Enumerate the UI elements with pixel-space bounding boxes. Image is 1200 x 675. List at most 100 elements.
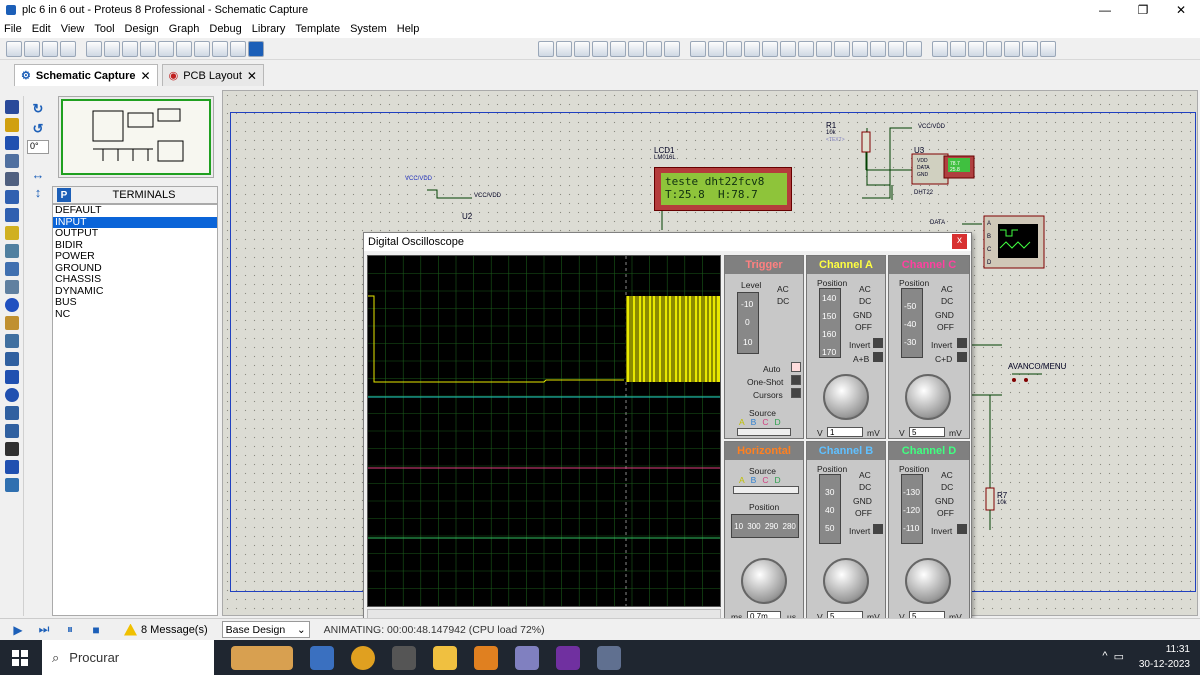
tab-schematic-capture[interactable]: ⚙ Schematic Capture ✕ [14, 64, 158, 86]
menu-help[interactable]: Help [397, 23, 420, 35]
ch-c-value-field[interactable]: 5 [909, 427, 945, 437]
paste-icon[interactable] [762, 40, 778, 57]
list-item[interactable]: DEFAULT [53, 204, 217, 217]
text-script-icon[interactable] [5, 172, 19, 186]
stop-icon[interactable]: ■ [88, 623, 104, 637]
list-item[interactable]: POWER [53, 250, 217, 263]
network-icon[interactable]: ▭ [1114, 650, 1124, 663]
play-icon[interactable]: ▶ [10, 623, 26, 637]
ch-a-dc[interactable]: DC [859, 296, 871, 306]
h-source-d[interactable]: D [774, 475, 780, 485]
text-tool-icon[interactable] [5, 442, 19, 456]
ch-a-off[interactable]: OFF [855, 322, 872, 332]
zoom-in-icon[interactable] [610, 40, 626, 57]
block-delete-icon[interactable] [834, 40, 850, 57]
mirror-horizontal-icon[interactable]: ↔ [31, 168, 45, 182]
remove-sheet-icon[interactable] [1004, 40, 1020, 57]
grid-icon[interactable] [556, 40, 572, 57]
wire-label-icon[interactable] [5, 154, 19, 168]
proteus-taskbar-icon[interactable] [597, 645, 621, 670]
zoom-area-icon[interactable] [664, 40, 680, 57]
tray-chevron-icon[interactable]: ^ [1102, 650, 1107, 663]
taskbar-search[interactable]: ⌕ Procurar [42, 640, 214, 675]
ch-c-ac[interactable]: AC [941, 284, 953, 294]
menu-template[interactable]: Template [295, 23, 340, 35]
line-tool-icon[interactable] [5, 352, 19, 366]
menu-tool[interactable]: Tool [94, 23, 114, 35]
home-icon[interactable] [86, 40, 102, 57]
ch-d-gnd[interactable]: GND [935, 496, 954, 506]
calculator-icon[interactable] [392, 645, 416, 670]
package-icon[interactable] [888, 40, 904, 57]
menu-system[interactable]: System [350, 23, 387, 35]
chrome-icon[interactable] [351, 645, 375, 670]
search-icon[interactable] [950, 40, 966, 57]
source-a[interactable]: A [739, 417, 745, 427]
source-d[interactable]: D [774, 417, 780, 427]
probe-mode-icon[interactable] [5, 316, 19, 330]
paint-icon[interactable] [515, 645, 539, 670]
design-explorer-icon[interactable] [212, 40, 228, 57]
ch-b-invert-toggle[interactable] [873, 524, 883, 534]
messages-indicator[interactable]: 8 Message(s) [124, 623, 208, 636]
bom-icon[interactable] [176, 40, 192, 57]
wire-autorouter-icon[interactable] [932, 40, 948, 57]
redo-icon[interactable] [708, 40, 724, 57]
help-icon[interactable] [248, 40, 264, 57]
ch-c-dc[interactable]: DC [941, 296, 953, 306]
refresh-icon[interactable] [538, 40, 554, 57]
ch-d-ac[interactable]: AC [941, 470, 953, 480]
tape-recorder-icon[interactable] [5, 280, 19, 294]
digital-oscilloscope-window[interactable]: Digital Oscilloscope x Trigger Level AC … [363, 232, 972, 624]
ch-d-invert-toggle[interactable] [957, 524, 967, 534]
overview-window[interactable] [58, 96, 214, 178]
list-item[interactable]: DYNAMIC [53, 285, 217, 298]
file-explorer-icon[interactable] [433, 645, 457, 670]
menu-design[interactable]: Design [125, 23, 159, 35]
cursors-toggle[interactable] [791, 388, 801, 398]
channel-b-position-slider[interactable]: 30 40 50 [819, 474, 841, 544]
notes-icon[interactable] [230, 40, 246, 57]
list-item[interactable]: BUS [53, 296, 217, 309]
zoom-all-icon[interactable] [646, 40, 662, 57]
new-sheet-icon[interactable] [986, 40, 1002, 57]
trigger-source-options[interactable]: A B C D [739, 417, 781, 427]
terminals-mode-icon[interactable] [5, 226, 19, 240]
origin-icon[interactable] [574, 40, 590, 57]
junction-dot-icon[interactable] [5, 136, 19, 150]
import-icon[interactable] [60, 40, 76, 57]
ch-b-off[interactable]: OFF [855, 508, 872, 518]
close-tab-icon[interactable]: ✕ [247, 69, 257, 83]
app-icon-orange[interactable] [474, 645, 498, 670]
path-tool-icon[interactable] [5, 424, 19, 438]
undo-icon[interactable] [690, 40, 706, 57]
copy-icon[interactable] [744, 40, 760, 57]
ch-a-value-field[interactable]: 1 [827, 427, 863, 437]
horizontal-position-slider[interactable]: 10 300 290 280 [731, 514, 799, 538]
rotate-clockwise-icon[interactable]: ↻ [31, 102, 45, 116]
box-tool-icon[interactable] [5, 370, 19, 384]
horizontal-source-slider[interactable] [733, 486, 799, 494]
pcb-icon[interactable] [122, 40, 138, 57]
list-item[interactable]: OUTPUT [53, 227, 217, 240]
ch-c-invert-toggle[interactable] [957, 338, 967, 348]
source-c[interactable]: C [762, 417, 768, 427]
ch-c-combine-toggle[interactable] [957, 352, 967, 362]
trigger-level-slider[interactable]: -10 0 10 [737, 292, 759, 354]
h-source-b[interactable]: B [751, 475, 757, 485]
block-rotate-icon[interactable] [816, 40, 832, 57]
ch-a-volts-knob[interactable] [823, 374, 869, 420]
windows-start-icon[interactable] [12, 649, 28, 666]
rotate-anticlockwise-icon[interactable]: ↺ [31, 122, 45, 136]
list-item[interactable]: CHASSIS [53, 273, 217, 286]
city-widget-icon[interactable] [231, 645, 293, 670]
ch-a-gnd[interactable]: GND [853, 310, 872, 320]
horizontal-time-knob[interactable] [741, 558, 787, 604]
oneshot-toggle[interactable] [791, 375, 801, 385]
h-source-c[interactable]: C [762, 475, 768, 485]
auto-toggle[interactable] [791, 362, 801, 372]
close-button[interactable]: ✕ [1162, 0, 1200, 20]
source-code-icon[interactable] [194, 40, 210, 57]
3d-view-icon[interactable] [158, 40, 174, 57]
channel-a-position-slider[interactable]: 140 150 160 170 [819, 288, 841, 358]
